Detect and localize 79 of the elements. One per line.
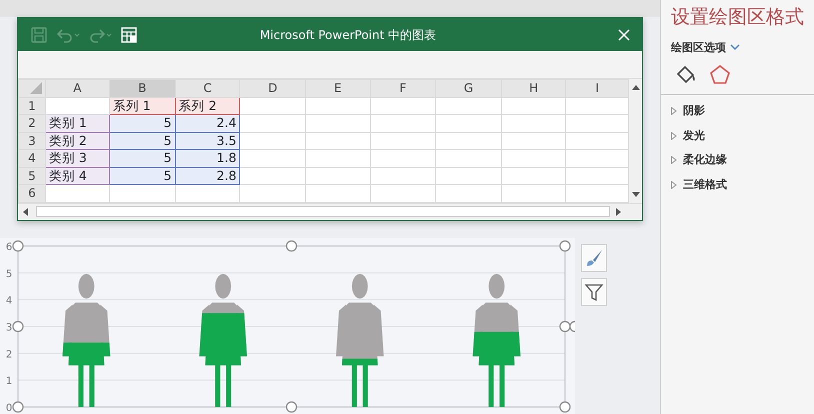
table-cell: 类别 3 — [45, 150, 110, 167]
row-header[interactable]: 4 — [18, 150, 46, 167]
column-header[interactable]: B — [109, 80, 176, 97]
person-figure-drawing[interactable] — [336, 274, 384, 407]
table-cell: 3.5 — [175, 132, 240, 150]
axis-tick-label: 1 — [6, 376, 12, 388]
table-cell: 系列 1 — [109, 97, 176, 114]
caret-right-icon — [671, 107, 677, 116]
paint-bucket-icon — [675, 64, 697, 86]
column-header[interactable]: F — [370, 80, 436, 97]
column-header[interactable]: D — [240, 80, 306, 97]
axis-tick-label: 2 — [6, 349, 12, 360]
filter-icon — [584, 282, 604, 302]
chart-filters-button[interactable] — [581, 278, 607, 306]
table-cell: 5 — [109, 114, 176, 132]
resize-handle[interactable] — [12, 320, 24, 332]
pictograph-chart-drawing[interactable]: 6 5 4 3 2 1 0 — [0, 238, 575, 414]
column-header[interactable]: H — [501, 80, 566, 97]
row-header[interactable]: 3 — [18, 132, 46, 150]
resize-handle[interactable] — [569, 320, 575, 332]
table-cell: 系列 2 — [175, 97, 240, 114]
table-cell: 5 — [109, 132, 176, 150]
chevron-down-icon — [730, 44, 740, 52]
scroll-left-icon[interactable] — [22, 208, 28, 216]
row-header[interactable]: 2 — [18, 114, 46, 132]
collapsible-section[interactable]: 三维格式 — [671, 172, 727, 197]
corner-triangle-icon — [30, 82, 42, 94]
row-header[interactable]: 6 — [18, 184, 46, 202]
table-cell: 1.8 — [175, 150, 240, 167]
table-cell: 类别 4 — [45, 167, 110, 184]
person-figure-drawing[interactable] — [199, 274, 247, 407]
axis-tick-label: 5 — [6, 268, 12, 280]
caret-right-icon — [671, 180, 677, 189]
resize-handle[interactable] — [559, 320, 571, 332]
axis-tick-label: 3 — [6, 322, 12, 334]
resize-handle[interactable] — [12, 240, 24, 252]
resize-handle[interactable] — [286, 240, 298, 252]
axis-tick-label: 0 — [6, 403, 12, 414]
column-header[interactable]: E — [306, 80, 370, 97]
chart-styles-button[interactable] — [581, 244, 607, 272]
column-header[interactable]: G — [436, 80, 502, 97]
scroll-thumb[interactable] — [36, 206, 610, 217]
table-icon — [120, 26, 138, 44]
collapsible-section[interactable]: 阴影 — [671, 99, 705, 124]
resize-handle[interactable] — [559, 401, 571, 413]
column-header[interactable]: C — [175, 80, 240, 97]
table-cell: 5 — [109, 150, 176, 167]
axis-tick-label: 4 — [6, 296, 12, 307]
caret-right-icon — [671, 156, 677, 164]
scroll-up-icon[interactable] — [632, 84, 640, 90]
scroll-down-icon[interactable] — [632, 192, 640, 198]
pane-title: 设置绘图区格式 — [671, 5, 805, 30]
column-header[interactable]: I — [566, 80, 629, 97]
table-cell: 2.8 — [175, 167, 240, 184]
table-cell: 类别 1 — [45, 114, 110, 132]
person-figure-drawing[interactable] — [472, 274, 520, 407]
horizontal-scrollbar[interactable] — [18, 202, 642, 220]
scroll-right-icon[interactable] — [616, 208, 622, 216]
caret-right-icon — [671, 132, 677, 140]
collapsible-section[interactable]: 柔化边缘 — [671, 148, 727, 172]
close-icon — [618, 28, 630, 40]
table-cell: 类别 2 — [45, 132, 110, 150]
row-header[interactable]: 1 — [18, 97, 46, 114]
save-icon — [30, 26, 48, 44]
row-header[interactable]: 5 — [18, 167, 46, 184]
column-header[interactable]: A — [45, 80, 110, 97]
table-cell: 5 — [109, 167, 176, 184]
options-dropdown[interactable]: 绘图区选项 — [671, 40, 740, 56]
axis-tick-label: 6 — [6, 242, 12, 253]
resize-handle[interactable] — [286, 401, 298, 413]
window-title: Microsoft PowerPoint 中的图表 — [258, 26, 438, 44]
resize-handle[interactable] — [12, 401, 24, 413]
person-figure-drawing[interactable] — [62, 274, 110, 407]
pentagon-icon — [709, 64, 731, 86]
collapsible-section[interactable]: 发光 — [671, 124, 705, 148]
resize-handle[interactable] — [559, 240, 571, 252]
paintbrush-icon — [584, 248, 604, 268]
table-cell: 2.4 — [175, 114, 240, 132]
vertical-scrollbar[interactable] — [629, 79, 642, 202]
